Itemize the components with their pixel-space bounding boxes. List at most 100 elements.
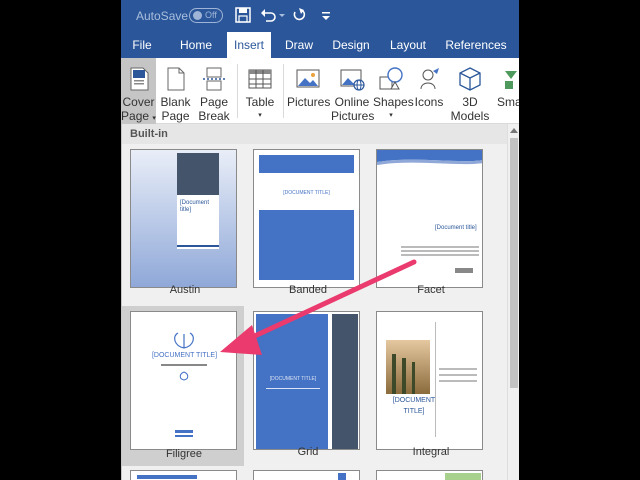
customize-qat-icon[interactable] bbox=[317, 6, 335, 24]
gallery-item-grid[interactable]: [DOCUMENT TITLE] Grid bbox=[246, 306, 360, 462]
online-pictures-button[interactable]: Online Pictures bbox=[331, 58, 375, 124]
cover-page-line1: Cover bbox=[122, 95, 155, 109]
facet-title-text: [Document title] bbox=[435, 225, 477, 231]
integral-tree bbox=[402, 358, 406, 394]
cube-icon bbox=[459, 67, 481, 91]
ribbon-tabs: File Home Insert Draw Design Layout Refe… bbox=[121, 32, 519, 58]
title-bar: AutoSave Off bbox=[121, 0, 519, 32]
smartart-icon bbox=[505, 71, 517, 89]
gallery-item-label: Grid bbox=[297, 446, 319, 458]
autosave-toggle[interactable]: Off bbox=[189, 8, 223, 23]
gallery-item-facet[interactable]: [Document title] Facet bbox=[369, 144, 483, 300]
autosave-state: Off bbox=[205, 10, 217, 20]
online-pictures-icon bbox=[340, 69, 365, 91]
gallery-item-austin[interactable]: [Document title] Austin bbox=[123, 144, 237, 300]
undo-dropdown-icon[interactable] bbox=[277, 6, 287, 24]
table-dropdown-icon: ▾ bbox=[258, 112, 262, 119]
table-line1: Table bbox=[245, 95, 275, 109]
undo-icon[interactable] bbox=[259, 6, 277, 24]
integral-tree bbox=[412, 362, 415, 394]
grid-subtitle-line bbox=[266, 388, 320, 389]
table-label: Table ▾ bbox=[242, 95, 278, 123]
blank-page-icon bbox=[167, 67, 184, 91]
facet-thumbnail: [Document title] bbox=[376, 149, 483, 288]
facet-header-shape bbox=[377, 150, 482, 165]
toggle-knob bbox=[193, 11, 202, 20]
pictures-label: Pictures bbox=[287, 95, 330, 109]
page-break-icon bbox=[203, 67, 225, 91]
austin-page-panel: [Document title] bbox=[177, 153, 219, 249]
banded-top-band bbox=[259, 155, 354, 173]
icons-button[interactable]: Icons bbox=[411, 58, 447, 124]
grid-title-text: [DOCUMENT TITLE] bbox=[269, 376, 317, 382]
redo-icon[interactable] bbox=[290, 6, 308, 24]
page-break-line1: Page bbox=[199, 95, 229, 109]
integral-divider bbox=[435, 322, 436, 437]
filigree-thumbnail: [DOCUMENT TITLE] bbox=[130, 311, 237, 450]
blank-page-label: Blank Page bbox=[158, 95, 193, 123]
gallery-item-next[interactable] bbox=[376, 470, 483, 480]
save-icon[interactable] bbox=[234, 6, 252, 24]
table-button[interactable]: Table ▾ bbox=[242, 58, 278, 124]
filigree-subtitle-line bbox=[161, 364, 207, 366]
tab-design[interactable]: Design bbox=[328, 32, 374, 58]
word-window: AutoSave Off File Home Insert Draw Desig… bbox=[121, 0, 519, 480]
shapes-dropdown-icon: ▾ bbox=[389, 112, 393, 119]
cover-page-label: Cover Page ▾ bbox=[121, 95, 156, 126]
integral-text-line bbox=[439, 374, 477, 376]
ribbon-separator bbox=[283, 64, 284, 118]
austin-thumbnail: [Document title] bbox=[130, 149, 237, 288]
smartart-line1: Sma bbox=[497, 95, 519, 109]
facet-body-line bbox=[401, 250, 479, 252]
integral-text-line bbox=[439, 368, 477, 370]
cover-page-gallery: Built-in [Document title] Austin [DOCUME… bbox=[121, 124, 508, 480]
online-pictures-line1: Online bbox=[334, 95, 370, 109]
ribbon-insert: Cover Page ▾ Blank Page Page Break Table… bbox=[121, 58, 519, 136]
austin-header-block bbox=[177, 153, 219, 195]
cover-page-icon bbox=[130, 67, 148, 91]
banded-title-text: [DOCUMENT TITLE] bbox=[283, 190, 330, 196]
tab-home[interactable]: Home bbox=[175, 32, 217, 58]
icons-label: Icons bbox=[411, 95, 447, 109]
tab-references[interactable]: References bbox=[443, 32, 509, 58]
gallery-item-next[interactable] bbox=[130, 470, 237, 480]
filigree-title-text: [DOCUMENT TITLE] bbox=[151, 352, 218, 359]
icons-icon bbox=[420, 68, 439, 90]
integral-photo bbox=[386, 340, 430, 394]
table-icon bbox=[248, 69, 272, 89]
facet-author-line bbox=[455, 268, 473, 273]
online-pictures-line2: Pictures bbox=[331, 109, 375, 123]
gallery-scrollbar[interactable] bbox=[507, 124, 519, 480]
page-break-label: Page Break bbox=[196, 95, 232, 123]
tab-layout[interactable]: Layout bbox=[385, 32, 431, 58]
online-pictures-label: Online Pictures bbox=[331, 95, 375, 123]
gallery-item-filigree[interactable]: [DOCUMENT TITLE] Filigree bbox=[122, 306, 244, 466]
3d-models-line1: 3D bbox=[462, 95, 478, 109]
3d-models-line2: Models bbox=[450, 109, 490, 123]
shapes-label: Shapes ▾ bbox=[373, 95, 414, 123]
scroll-up-icon[interactable] bbox=[510, 128, 518, 133]
3d-models-button[interactable]: 3D Models ▾ bbox=[448, 58, 492, 136]
shapes-button[interactable]: Shapes ▾ bbox=[373, 58, 414, 124]
next-thumb-block bbox=[445, 473, 481, 480]
banded-thumbnail: [DOCUMENT TITLE] bbox=[253, 149, 360, 288]
scroll-thumb[interactable] bbox=[510, 138, 518, 388]
section-header-built-in: Built-in bbox=[122, 124, 508, 144]
blank-page-button[interactable]: Blank Page bbox=[158, 58, 193, 124]
facet-body-line bbox=[401, 254, 479, 256]
pictures-button[interactable]: Pictures bbox=[287, 58, 330, 124]
cover-page-button[interactable]: Cover Page ▾ bbox=[121, 58, 156, 124]
shapes-line1: Shapes bbox=[373, 95, 414, 109]
gallery-item-banded[interactable]: [DOCUMENT TITLE] Banded bbox=[246, 144, 360, 300]
tab-insert[interactable]: Insert bbox=[227, 32, 271, 58]
tab-file[interactable]: File bbox=[127, 32, 157, 58]
filigree-date-line bbox=[175, 435, 193, 437]
gallery-item-integral[interactable]: [DOCUMENT TITLE] Integral bbox=[369, 306, 483, 462]
tab-draw[interactable]: Draw bbox=[281, 32, 317, 58]
gallery-item-label: Banded bbox=[289, 284, 327, 296]
filigree-author-line bbox=[175, 430, 193, 433]
page-break-line2: Break bbox=[198, 109, 230, 123]
page-break-button[interactable]: Page Break bbox=[196, 58, 232, 124]
gallery-item-next[interactable] bbox=[253, 470, 360, 480]
smartart-button[interactable]: Sma bbox=[495, 58, 519, 124]
